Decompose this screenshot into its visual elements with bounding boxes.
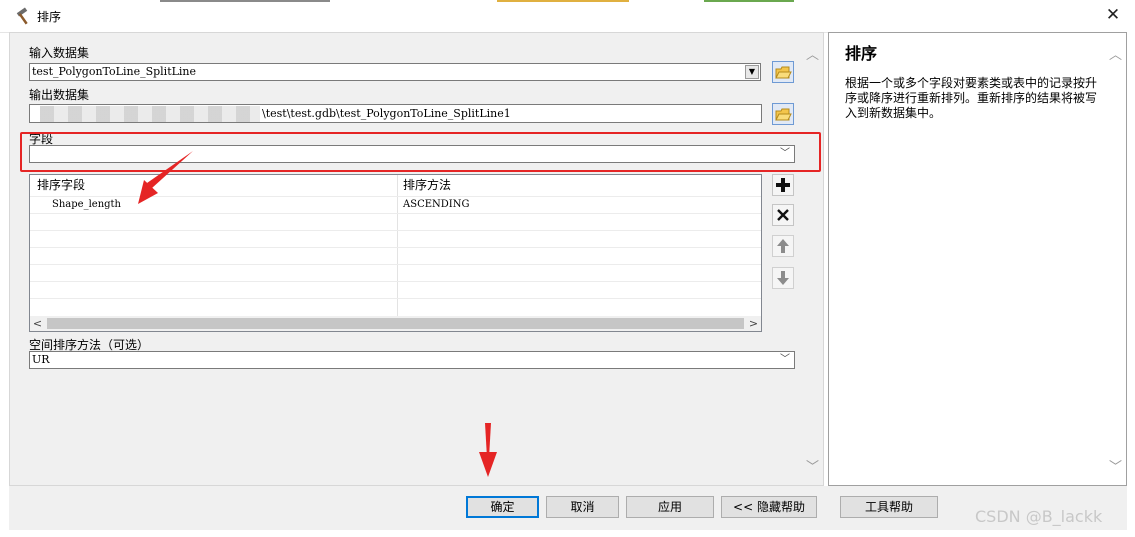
- red-arrow: [138, 151, 193, 204]
- red-arrow: [479, 423, 497, 477]
- annotation-arrows: [138, 151, 497, 477]
